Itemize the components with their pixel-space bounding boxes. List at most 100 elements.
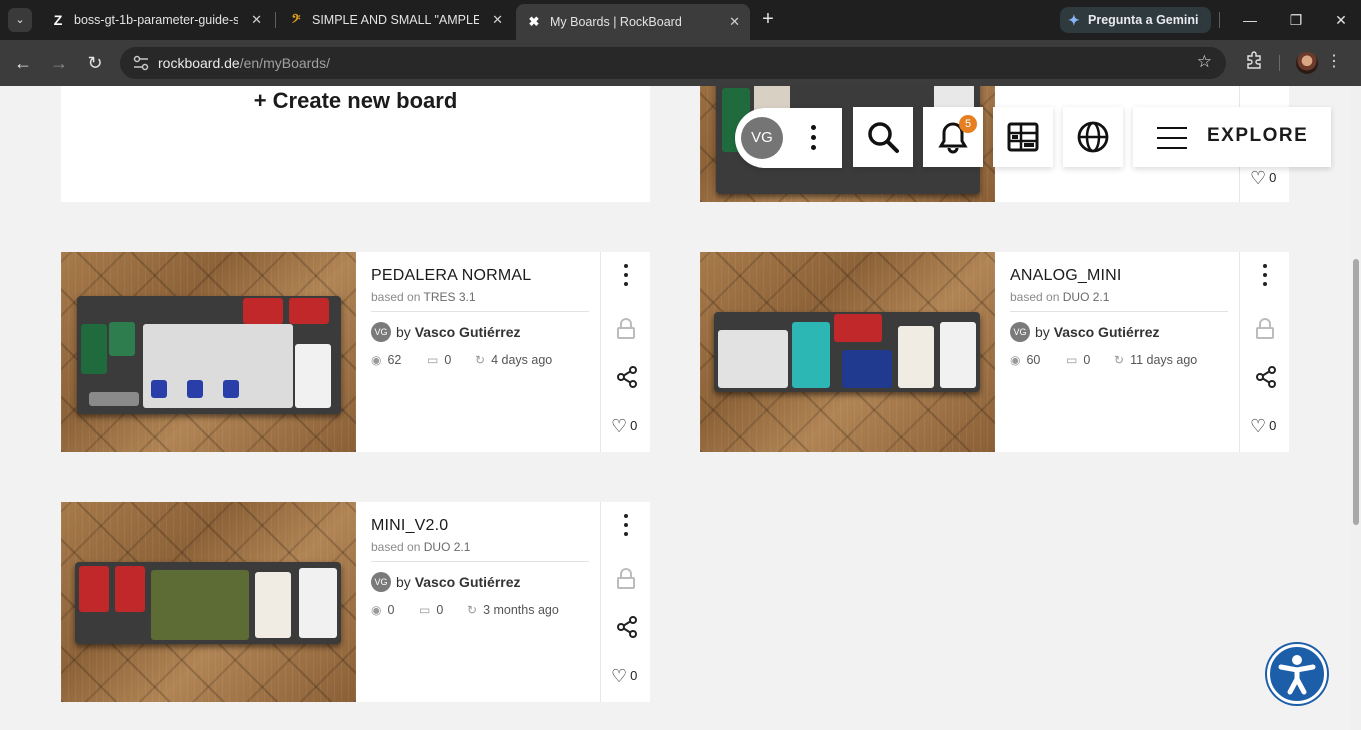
like-button[interactable]: ♡ 0 [611, 416, 637, 437]
user-menu[interactable]: VG [735, 108, 842, 168]
comment-icon: ▭ [419, 603, 431, 617]
more-menu-icon[interactable]: ⋮ [1326, 51, 1342, 73]
explore-menu-button[interactable]: EXPLORE [1133, 107, 1331, 167]
notification-badge: 5 [959, 115, 977, 133]
create-board-card[interactable]: + Create new board [61, 86, 650, 202]
pedal-graphic [842, 350, 892, 388]
toolbar-separator [1219, 12, 1220, 28]
close-icon[interactable]: ✕ [729, 4, 740, 40]
board-info: ANALOG_MINI based on DUO 2.1 VG by Vasco… [995, 252, 1239, 452]
address-bar[interactable]: rockboard.de/en/myBoards/ ☆ [120, 47, 1226, 79]
like-button[interactable]: ♡ 0 [1250, 168, 1276, 189]
updated-time: 4 days ago [491, 353, 553, 367]
more-options-icon[interactable] [619, 514, 633, 540]
create-board-label: + Create new board [253, 88, 458, 113]
based-on: based on DUO 2.1 [371, 540, 470, 554]
forward-arrow-icon[interactable]: → [47, 51, 71, 75]
based-on-model[interactable]: DUO 2.1 [424, 540, 471, 554]
accessibility-button[interactable] [1267, 644, 1327, 704]
based-on: based on DUO 2.1 [1010, 290, 1109, 304]
board-title[interactable]: MINI_V2.0 [371, 517, 448, 535]
comments-count: 0 [444, 353, 452, 367]
board-actions: ♡ 0 [1239, 252, 1289, 452]
more-options-icon[interactable] [619, 264, 633, 290]
search-button[interactable] [853, 107, 913, 167]
share-icon[interactable] [615, 615, 639, 639]
updated-stat: ↻ 4 days ago [475, 352, 552, 368]
pedal-graphic [115, 566, 145, 612]
eye-icon: ◉ [371, 353, 382, 367]
browser-tab-active[interactable]: ✖ My Boards | RockBoard ✕ [516, 4, 750, 40]
by-label: by [396, 324, 411, 340]
like-button[interactable]: ♡ 0 [611, 666, 637, 687]
gemini-button[interactable]: ✦ Pregunta a Gemini [1060, 7, 1211, 33]
tab-favicon: Z [53, 12, 63, 28]
search-icon [868, 122, 899, 153]
board-card[interactable]: MINI_V2.0 based on DUO 2.1 VG by Vasco G… [61, 502, 650, 702]
tab-search-button[interactable]: ⌄ [8, 8, 32, 32]
reload-icon[interactable]: ↻ [83, 51, 107, 75]
based-on-model[interactable]: TRES 3.1 [424, 290, 476, 304]
share-icon[interactable] [1254, 365, 1278, 389]
avatar[interactable]: VG [1010, 322, 1030, 342]
author-name[interactable]: Vasco Gutiérrez [415, 324, 521, 340]
pedal-graphic [81, 324, 107, 374]
browser-tab[interactable]: Z boss-gt-1b-parameter-guide-sc ✕ [40, 6, 272, 34]
pedal-graphic [187, 380, 203, 398]
avatar[interactable]: VG [741, 117, 783, 159]
minimize-button[interactable]: — [1238, 8, 1262, 32]
url-host: rockboard.de [158, 55, 240, 71]
close-icon[interactable]: ✕ [251, 6, 262, 34]
avatar[interactable]: VG [371, 572, 391, 592]
window-close-button[interactable]: ✕ [1329, 8, 1353, 32]
pedal-builder-button[interactable] [993, 107, 1053, 167]
lock-icon[interactable] [615, 318, 637, 340]
board-title[interactable]: PEDALERA NORMAL [371, 267, 531, 285]
like-count: 0 [630, 668, 638, 683]
like-button[interactable]: ♡ 0 [1250, 416, 1276, 437]
refresh-icon: ↻ [475, 353, 486, 367]
board-thumbnail[interactable] [61, 502, 356, 702]
views-stat: ◉ 60 [1010, 352, 1040, 368]
board-thumbnail[interactable] [700, 252, 995, 452]
board-title[interactable]: ANALOG_MINI [1010, 267, 1122, 285]
board-thumbnail[interactable] [61, 252, 356, 452]
pedal-graphic [792, 322, 830, 388]
maximize-button[interactable]: ❐ [1284, 8, 1308, 32]
board-card[interactable]: PEDALERA NORMAL based on TRES 3.1 VG by … [61, 252, 650, 452]
browser-tab[interactable]: 𝄢 SIMPLE AND SMALL "AMPLESS ✕ [278, 6, 513, 34]
board-info: PEDALERA NORMAL based on TRES 3.1 VG by … [356, 252, 600, 452]
bookmark-star-icon[interactable]: ☆ [1197, 52, 1212, 72]
site-settings-icon[interactable] [132, 55, 150, 71]
by-label: by [396, 574, 411, 590]
language-button[interactable] [1063, 107, 1123, 167]
lock-icon[interactable] [1254, 318, 1276, 340]
page-scrollbar[interactable] [1351, 86, 1361, 730]
avatar[interactable]: VG [371, 322, 391, 342]
pedal-graphic [289, 298, 329, 324]
comments-stat: ▭ 0 [419, 602, 443, 618]
board-card[interactable]: ANALOG_MINI based on DUO 2.1 VG by Vasco… [700, 252, 1289, 452]
like-count: 0 [630, 418, 638, 433]
author-name[interactable]: Vasco Gutiérrez [1054, 324, 1160, 340]
based-on: based on TRES 3.1 [371, 290, 476, 304]
extensions-puzzle-icon[interactable] [1243, 51, 1265, 73]
lock-icon[interactable] [615, 568, 637, 590]
profile-avatar[interactable] [1296, 52, 1318, 74]
pedal-graphic [79, 566, 109, 612]
scrollbar-thumb[interactable] [1353, 259, 1359, 525]
back-arrow-icon[interactable]: ← [11, 51, 35, 75]
divider [371, 311, 589, 312]
notifications-button[interactable]: 5 [923, 107, 983, 167]
more-options-icon[interactable] [809, 125, 817, 153]
url-text[interactable]: rockboard.de/en/myBoards/ [158, 47, 330, 79]
tab-favicon: ✖ [528, 14, 540, 29]
divider [371, 561, 589, 562]
new-tab-button[interactable]: + [756, 8, 780, 32]
based-on-model[interactable]: DUO 2.1 [1063, 290, 1110, 304]
share-icon[interactable] [615, 365, 639, 389]
more-options-icon[interactable] [1258, 264, 1272, 290]
views-count: 62 [387, 353, 402, 367]
author-name[interactable]: Vasco Gutiérrez [415, 574, 521, 590]
close-icon[interactable]: ✕ [492, 6, 503, 34]
